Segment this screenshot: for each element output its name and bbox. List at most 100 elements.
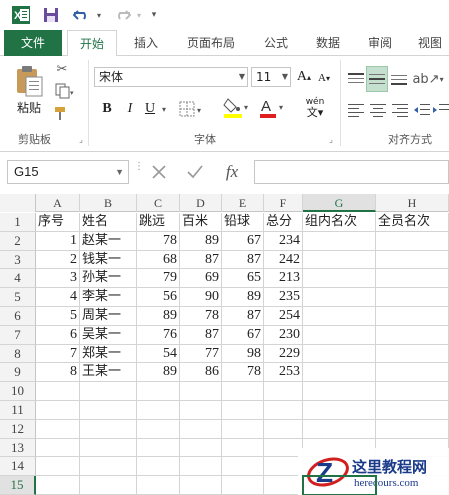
cell-b11[interactable] xyxy=(80,401,137,420)
cell-f4[interactable]: 213 xyxy=(264,269,303,289)
row-header-13[interactable]: 13 xyxy=(0,438,36,458)
cell-h6[interactable] xyxy=(376,307,449,326)
formula-input[interactable] xyxy=(254,160,449,184)
cell-b14[interactable] xyxy=(80,457,137,477)
cell-d1[interactable]: 百米 xyxy=(180,213,222,232)
undo-dropdown-icon[interactable]: ▾ xyxy=(94,4,104,26)
align-left-icon[interactable] xyxy=(346,100,366,120)
cell-e10[interactable] xyxy=(222,382,264,401)
tab-file[interactable]: 文件 xyxy=(4,30,62,56)
tab-home[interactable]: 开始 xyxy=(67,30,117,57)
row-header-1[interactable]: 1 xyxy=(0,213,36,232)
tab-review[interactable]: 审阅 xyxy=(358,30,402,56)
cell-b10[interactable] xyxy=(80,382,137,401)
cell-g1[interactable]: 组内名次 xyxy=(303,213,376,232)
row-header-8[interactable]: 8 xyxy=(0,344,36,364)
cell-h8[interactable] xyxy=(376,344,449,364)
cell-d9[interactable]: 86 xyxy=(180,363,222,383)
cell-b6[interactable]: 周某一 xyxy=(80,307,137,326)
cell-d10[interactable] xyxy=(180,382,222,401)
phonetic-guide-icon[interactable]: wén 文▾ xyxy=(302,96,328,120)
cell-g11[interactable] xyxy=(303,401,376,420)
row-header-15[interactable]: 15 xyxy=(0,476,36,495)
top-align-icon[interactable] xyxy=(346,68,366,90)
font-color-icon[interactable]: A ▾ xyxy=(258,96,288,120)
tab-view[interactable]: 视图 xyxy=(410,30,449,56)
column-header-d[interactable]: D xyxy=(180,194,222,212)
cell-g2[interactable] xyxy=(303,231,376,251)
cell-f1[interactable]: 总分 xyxy=(264,213,303,232)
row-header-3[interactable]: 3 xyxy=(0,250,36,270)
cell-c12[interactable] xyxy=(137,419,180,439)
column-header-b[interactable]: B xyxy=(80,194,137,212)
cell-d4[interactable]: 69 xyxy=(180,269,222,289)
row-header-7[interactable]: 7 xyxy=(0,325,36,345)
middle-align-icon[interactable] xyxy=(366,66,388,92)
cell-b5[interactable]: 李某一 xyxy=(80,288,137,307)
tab-formulas[interactable]: 公式 xyxy=(254,30,298,56)
cell-g12[interactable] xyxy=(303,419,376,439)
clipboard-launcher-icon[interactable]: ⌟ xyxy=(76,134,86,144)
cell-d15[interactable] xyxy=(180,476,222,495)
tab-page-layout[interactable]: 页面布局 xyxy=(178,30,244,56)
font-name-select[interactable]: 宋体 ▼ xyxy=(94,67,248,87)
select-all-corner[interactable] xyxy=(0,194,36,212)
cell-b1[interactable]: 姓名 xyxy=(80,213,137,232)
increase-indent-icon[interactable] xyxy=(432,100,449,120)
cell-f12[interactable] xyxy=(264,419,303,439)
cut-icon[interactable]: ✂ xyxy=(52,60,72,78)
cell-f11[interactable] xyxy=(264,401,303,420)
cell-f6[interactable]: 254 xyxy=(264,307,303,326)
cell-d2[interactable]: 89 xyxy=(180,231,222,251)
cell-d5[interactable]: 90 xyxy=(180,288,222,307)
row-header-9[interactable]: 9 xyxy=(0,363,36,383)
cell-g15[interactable] xyxy=(302,475,377,495)
cell-c1[interactable]: 跳远 xyxy=(137,213,180,232)
cell-e14[interactable] xyxy=(222,457,264,477)
cell-c7[interactable]: 76 xyxy=(137,325,180,345)
cell-g9[interactable] xyxy=(303,363,376,383)
decrease-font-size-button[interactable]: A ▾ xyxy=(316,69,332,87)
cell-h10[interactable] xyxy=(376,382,449,401)
paste-button[interactable]: 粘贴 xyxy=(10,60,48,120)
cell-f7[interactable]: 230 xyxy=(264,325,303,345)
insert-function-icon[interactable]: fx xyxy=(218,158,246,186)
cell-e7[interactable]: 67 xyxy=(222,325,264,345)
cell-a1[interactable]: 序号 xyxy=(36,213,80,232)
row-header-5[interactable]: 5 xyxy=(0,288,36,307)
cell-b2[interactable]: 赵某一 xyxy=(80,231,137,251)
cell-e6[interactable]: 87 xyxy=(222,307,264,326)
enter-icon[interactable] xyxy=(182,160,208,184)
orientation-icon[interactable]: ab↗ ▾ xyxy=(412,68,443,90)
cell-e11[interactable] xyxy=(222,401,264,420)
cell-g5[interactable] xyxy=(303,288,376,307)
cell-d7[interactable]: 87 xyxy=(180,325,222,345)
underline-dropdown-icon[interactable]: ▾ xyxy=(159,98,169,120)
font-size-select[interactable]: 11 ▼ xyxy=(251,67,291,87)
cell-c8[interactable]: 54 xyxy=(137,344,180,364)
cell-c11[interactable] xyxy=(137,401,180,420)
cell-a2[interactable]: 1 xyxy=(36,231,80,251)
tab-data[interactable]: 数据 xyxy=(306,30,350,56)
cell-h2[interactable] xyxy=(376,231,449,251)
row-header-12[interactable]: 12 xyxy=(0,419,36,439)
cell-g7[interactable] xyxy=(303,325,376,345)
cell-a3[interactable]: 2 xyxy=(36,250,80,270)
cell-a7[interactable]: 6 xyxy=(36,325,80,345)
cell-d3[interactable]: 87 xyxy=(180,250,222,270)
copy-icon[interactable]: ▾ xyxy=(52,82,78,100)
cell-g8[interactable] xyxy=(303,344,376,364)
cell-e8[interactable]: 98 xyxy=(222,344,264,364)
cell-c9[interactable]: 89 xyxy=(137,363,180,383)
cell-f5[interactable]: 235 xyxy=(264,288,303,307)
column-header-h[interactable]: H xyxy=(376,194,449,212)
save-icon[interactable] xyxy=(40,4,62,26)
italic-button[interactable]: I xyxy=(121,98,139,120)
bottom-align-icon[interactable] xyxy=(389,68,409,90)
format-painter-icon[interactable] xyxy=(52,104,72,122)
cell-c14[interactable] xyxy=(137,457,180,477)
align-right-icon[interactable] xyxy=(390,100,410,120)
cell-f3[interactable]: 242 xyxy=(264,250,303,270)
bold-button[interactable]: B xyxy=(98,98,116,120)
cell-c4[interactable]: 79 xyxy=(137,269,180,289)
